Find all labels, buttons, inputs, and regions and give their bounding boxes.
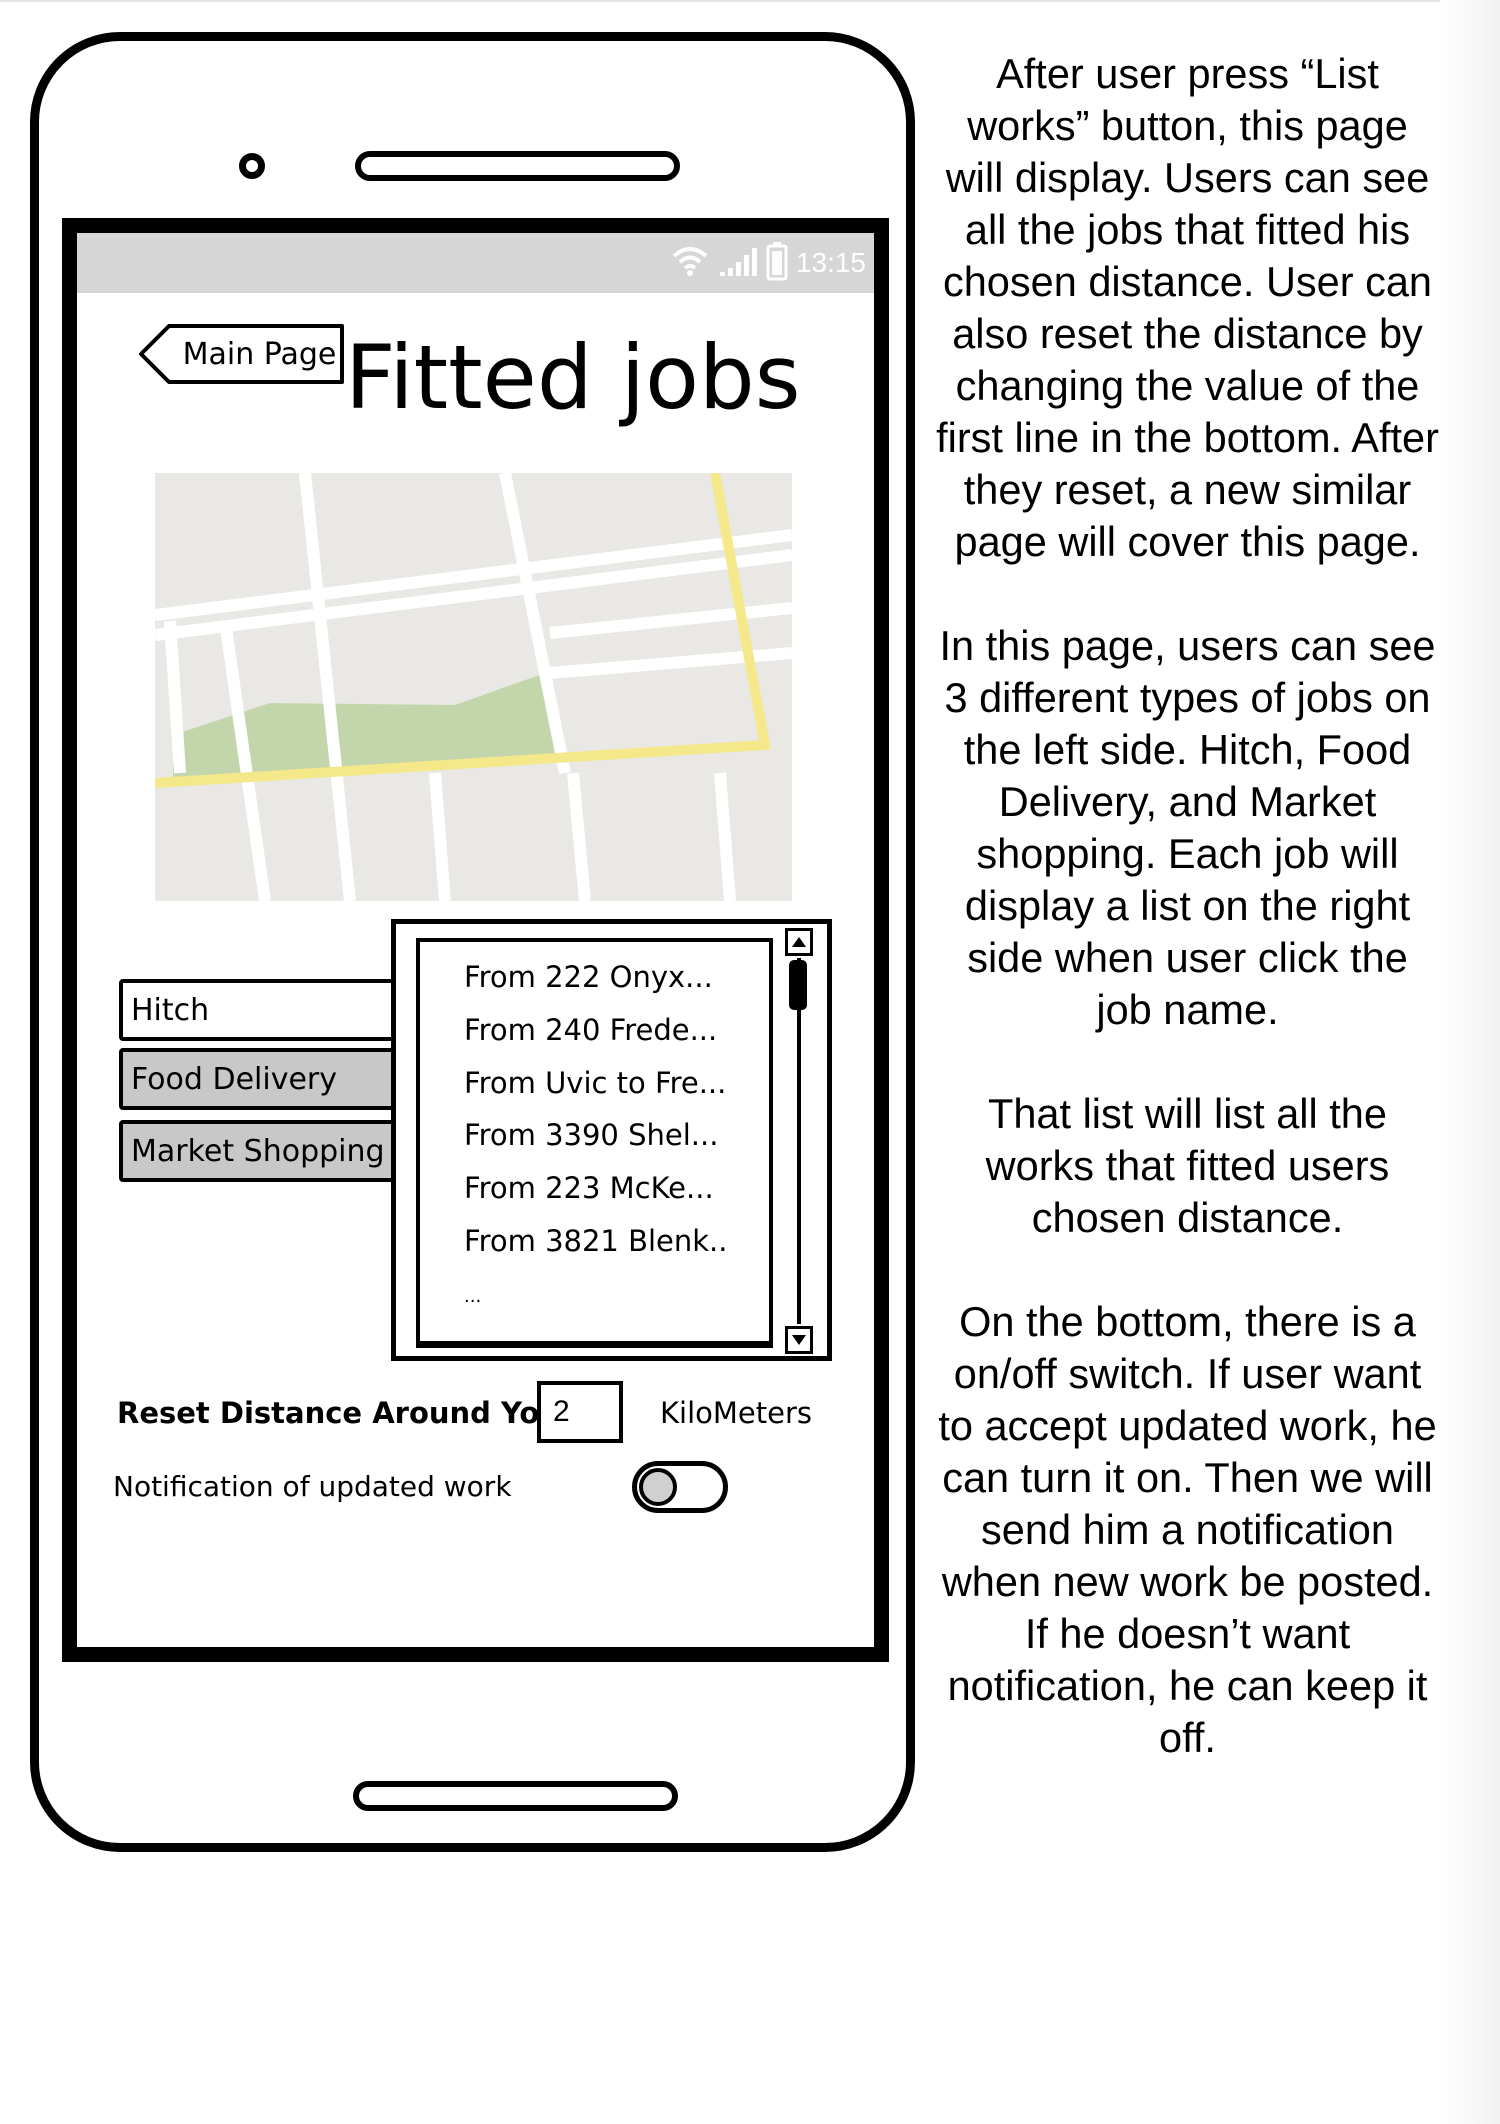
phone-screen: 13:15 Main Page Fitted jobs Hitch Food D… bbox=[62, 218, 889, 1662]
wifi-icon bbox=[670, 244, 710, 282]
scroll-thumb[interactable] bbox=[789, 960, 807, 1010]
job-tab-market-shopping[interactable]: Market Shopping bbox=[119, 1120, 397, 1182]
job-list[interactable]: From 222 Onyx... From 240 Frede... From … bbox=[416, 938, 773, 1348]
job-list-box: From 222 Onyx... From 240 Frede... From … bbox=[391, 919, 832, 1361]
list-item[interactable]: From 222 Onyx... bbox=[464, 952, 713, 1002]
notification-label: Notification of updated work bbox=[113, 1470, 512, 1503]
toggle-knob bbox=[639, 1468, 677, 1506]
battery-icon bbox=[766, 241, 788, 285]
notification-toggle[interactable] bbox=[632, 1461, 728, 1513]
page-edge-shadow bbox=[1440, 0, 1500, 2124]
status-bar: 13:15 bbox=[77, 233, 874, 293]
description-panel: After user press “List works” button, th… bbox=[935, 48, 1440, 1816]
signal-icon bbox=[718, 244, 758, 282]
distance-input[interactable] bbox=[537, 1381, 623, 1443]
list-item[interactable]: From 223 McKe... bbox=[464, 1163, 714, 1213]
status-time: 13:15 bbox=[795, 247, 866, 278]
scroll-up-icon[interactable] bbox=[785, 928, 813, 956]
list-scrollbar[interactable] bbox=[781, 924, 821, 1354]
camera-icon bbox=[239, 153, 265, 179]
home-button[interactable] bbox=[353, 1781, 678, 1811]
top-border bbox=[0, 0, 1500, 2]
status-icons: 13:15 bbox=[670, 241, 866, 285]
description-paragraph: That list will list all the works that f… bbox=[985, 1090, 1390, 1241]
list-item[interactable]: From 3390 Shel... bbox=[464, 1110, 718, 1160]
scroll-track bbox=[797, 958, 801, 1324]
page-title: Fitted jobs bbox=[345, 326, 801, 429]
list-item[interactable]: From Uvic to Fre... bbox=[464, 1058, 726, 1108]
job-tab-hitch[interactable]: Hitch bbox=[119, 979, 397, 1041]
list-item-more: ... bbox=[464, 1286, 482, 1307]
list-item[interactable]: From 240 Frede... bbox=[464, 1005, 717, 1055]
description-paragraph: In this page, users can see 3 different … bbox=[939, 622, 1436, 1033]
list-item[interactable]: From 3821 Blenk.. bbox=[464, 1216, 728, 1266]
map-view[interactable] bbox=[154, 471, 793, 902]
scroll-down-icon[interactable] bbox=[785, 1326, 813, 1354]
reset-distance-label: Reset Distance Around You bbox=[117, 1396, 560, 1430]
distance-unit-label: KiloMeters bbox=[660, 1396, 812, 1430]
main-page-button[interactable]: Main Page bbox=[137, 323, 347, 385]
main-page-button-label: Main Page bbox=[182, 336, 337, 372]
job-tab-food-delivery[interactable]: Food Delivery bbox=[119, 1048, 397, 1110]
speaker-slot bbox=[355, 151, 680, 181]
description-paragraph: On the bottom, there is a on/off switch.… bbox=[938, 1298, 1437, 1761]
description-paragraph: After user press “List works” button, th… bbox=[936, 50, 1439, 565]
